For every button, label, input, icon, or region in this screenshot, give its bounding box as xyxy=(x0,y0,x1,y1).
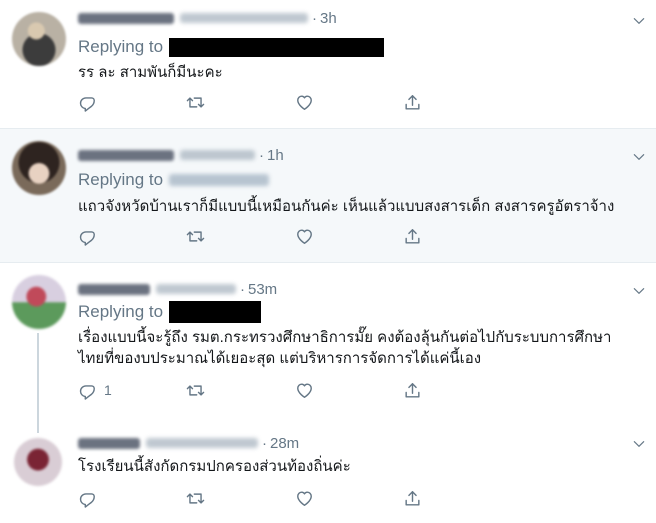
tweet-actions xyxy=(78,91,438,113)
replying-to: Replying to xyxy=(78,35,385,59)
tweet-actions xyxy=(78,225,438,247)
chevron-down-icon[interactable] xyxy=(632,284,646,298)
like-button[interactable] xyxy=(295,487,314,509)
like-icon xyxy=(295,93,314,112)
chevron-down-icon[interactable] xyxy=(632,150,646,164)
tweet-actions xyxy=(78,487,438,509)
tweet-time[interactable]: 1h xyxy=(267,147,284,164)
user-name-blurred[interactable] xyxy=(78,437,140,449)
replying-to-label: Replying to xyxy=(78,170,164,189)
share-button[interactable] xyxy=(403,379,422,401)
tweet-4[interactable]: · 28m โรงเรียนนี้สังกัดกรมปกครองส่วนท้อง… xyxy=(0,431,656,523)
reply-button[interactable] xyxy=(78,487,97,509)
share-button[interactable] xyxy=(403,91,422,113)
reply-button[interactable] xyxy=(78,225,97,247)
user-handle-blurred[interactable] xyxy=(180,150,255,160)
separator-dot: · xyxy=(312,9,317,27)
separator-dot: · xyxy=(259,146,264,164)
user-handle-blurred[interactable] xyxy=(146,438,258,448)
separator-dot: · xyxy=(262,434,267,452)
replying-to: Replying to xyxy=(78,168,270,192)
like-icon xyxy=(295,381,314,400)
share-icon xyxy=(403,381,422,400)
share-button[interactable] xyxy=(403,225,422,247)
thread-line xyxy=(37,333,39,433)
reply-icon xyxy=(78,227,97,246)
tweet-text: แถวจังหวัดบ้านเราก็มีแบบนี้เหมือนกันค่ะ … xyxy=(78,198,615,215)
like-icon xyxy=(295,489,314,508)
replying-to-label: Replying to xyxy=(78,37,164,56)
user-name-blurred[interactable] xyxy=(78,283,150,295)
reply-icon xyxy=(78,381,97,400)
tweet-text-line: ไทยที่ของบประมาณได้เยอะสุด แต่บริหารการจ… xyxy=(78,350,482,367)
share-icon xyxy=(403,227,422,246)
tweet-1[interactable]: · 3h Replying to รร ละ สามพันก็มีนะคะ xyxy=(0,0,656,128)
redacted-mention xyxy=(169,301,262,323)
retweet-icon xyxy=(186,381,205,400)
tweet-meta: · 28m xyxy=(78,433,299,453)
like-button[interactable] xyxy=(295,379,314,401)
like-icon xyxy=(295,227,314,246)
retweet-button[interactable] xyxy=(186,379,205,401)
tweet-time[interactable]: 28m xyxy=(270,435,299,452)
blurred-mention[interactable] xyxy=(169,174,270,186)
retweet-button[interactable] xyxy=(186,487,205,509)
reply-button[interactable]: 1 xyxy=(78,379,112,401)
tweet-text-line: เรื่องแบบนี้จะรู้ถึง รมต.กระทรวงศึกษาธิก… xyxy=(78,329,612,346)
tweet-meta: · 53m xyxy=(78,279,277,299)
user-name-blurred[interactable] xyxy=(78,149,174,161)
tweet-2[interactable]: · 1h Replying to แถวจังหวัดบ้านเราก็มีแบ… xyxy=(0,129,656,262)
tweet-text: โรงเรียนนี้สังกัดกรมปกครองส่วนท้องถิ่นค่… xyxy=(78,458,351,475)
reply-count: 1 xyxy=(104,382,112,398)
tweet-time[interactable]: 53m xyxy=(248,281,277,298)
tweet-meta: · 3h xyxy=(78,8,337,28)
user-handle-blurred[interactable] xyxy=(180,13,308,23)
replying-to-label: Replying to xyxy=(78,302,164,321)
reply-button[interactable] xyxy=(78,91,97,113)
tweet-text: รร ละ สามพันก็มีนะคะ xyxy=(78,64,223,81)
reply-icon xyxy=(78,489,97,508)
share-icon xyxy=(403,489,422,508)
retweet-icon xyxy=(186,489,205,508)
chevron-down-icon[interactable] xyxy=(632,14,646,28)
replying-to: Replying to xyxy=(78,300,262,324)
user-name-blurred[interactable] xyxy=(78,12,174,24)
chevron-down-icon[interactable] xyxy=(632,437,646,451)
tweet-text: เรื่องแบบนี้จะรู้ถึง รมต.กระทรวงศึกษาธิก… xyxy=(78,327,648,369)
tweet-actions: 1 xyxy=(78,379,438,401)
share-icon xyxy=(403,93,422,112)
share-button[interactable] xyxy=(403,487,422,509)
tweet-meta: · 1h xyxy=(78,145,284,165)
tweet-time[interactable]: 3h xyxy=(320,10,337,27)
tweet-3[interactable]: · 53m Replying to เรื่องแบบนี้จะรู้ถึง ร… xyxy=(0,263,656,523)
separator-dot: · xyxy=(240,280,245,298)
retweet-icon xyxy=(186,93,205,112)
like-button[interactable] xyxy=(295,225,314,247)
like-button[interactable] xyxy=(295,91,314,113)
redacted-mention xyxy=(169,37,385,57)
retweet-button[interactable] xyxy=(186,91,205,113)
retweet-button[interactable] xyxy=(186,225,205,247)
retweet-icon xyxy=(186,227,205,246)
avatar[interactable] xyxy=(14,438,62,486)
avatar[interactable] xyxy=(12,141,66,195)
avatar[interactable] xyxy=(12,275,66,329)
reply-icon xyxy=(78,93,97,112)
user-handle-blurred[interactable] xyxy=(156,284,236,294)
avatar[interactable] xyxy=(12,12,66,66)
